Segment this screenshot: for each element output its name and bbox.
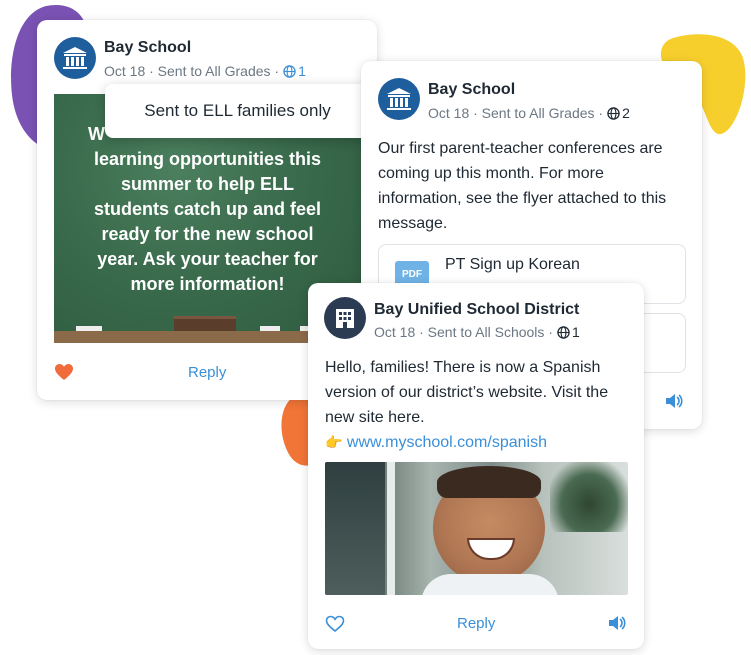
globe-icon [557, 325, 570, 339]
photo-frame [387, 462, 395, 595]
recipients-toggle[interactable]: 1 [283, 63, 306, 79]
message-body: Our first parent-teacher conferences are… [378, 140, 667, 232]
meta-text: Oct 18 · Sent to All Grades · [428, 105, 604, 121]
reply-button[interactable]: Reply [188, 364, 226, 381]
sender-name: Bay Unified School District [374, 301, 580, 318]
child-photo [325, 462, 628, 595]
image-text-line: learning opportunities this [93, 149, 321, 169]
chalk-piece [76, 326, 102, 331]
image-text-line: ready for the new school [101, 224, 314, 244]
recipients-toggle[interactable]: 1 [557, 324, 580, 340]
eraser [174, 316, 236, 331]
image-text-line: year. Ask your teacher for [97, 249, 318, 269]
image-text-line: summer to help ELL [120, 174, 295, 194]
meta-text: Oct 18 · Sent to All Grades · [104, 63, 280, 79]
image-text-line: students catch up and feel [93, 199, 322, 219]
image-text-line: W [88, 124, 105, 144]
heart-outline-icon[interactable] [325, 615, 345, 633]
school-building-icon [387, 88, 411, 110]
message-card-front[interactable]: Bay Unified School District Oct 18 · Sen… [308, 283, 644, 649]
sender-avatar [324, 297, 366, 339]
sender-name: Bay School [428, 81, 516, 98]
heart-filled-icon[interactable] [54, 363, 74, 381]
office-building-icon [336, 309, 354, 328]
chalk-piece [260, 326, 280, 331]
attachment-name: PT Sign up Korean [445, 256, 580, 273]
message-meta: Oct 18 · Sent to All Schools · 1 [374, 324, 580, 340]
globe-count: 2 [622, 105, 630, 121]
sender-avatar [378, 78, 420, 120]
pdf-badge: PDF [402, 268, 422, 280]
globe-count: 1 [571, 324, 580, 340]
speaker-icon[interactable] [608, 615, 626, 631]
website-link[interactable]: www.myschool.com/spanish [347, 434, 547, 451]
pointing-hand-icon: 👉 [325, 434, 343, 450]
sender-avatar [54, 37, 96, 79]
photo-shirt [421, 574, 559, 595]
photo-window [325, 462, 385, 595]
school-building-icon [63, 47, 87, 69]
globe-count: 1 [298, 63, 306, 79]
message-meta: Oct 18 · Sent to All Grades · 2 [428, 105, 630, 121]
reply-button[interactable]: Reply [457, 615, 495, 632]
speaker-icon[interactable] [665, 393, 683, 409]
recipients-tooltip: Sent to ELL families only [105, 84, 370, 138]
photo-hair [437, 466, 541, 498]
message-body: Hello, families! There is now a Spanish … [325, 359, 609, 426]
recipients-toggle[interactable]: 2 [607, 105, 630, 121]
sender-name: Bay School [104, 39, 192, 56]
photo-trees [550, 462, 628, 532]
globe-icon [283, 64, 296, 78]
link-row: 👉 www.myschool.com/spanish [325, 430, 635, 455]
globe-icon [607, 106, 620, 120]
message-meta: Oct 18 · Sent to All Grades · 1 [104, 63, 306, 79]
meta-text: Oct 18 · Sent to All Schools · [374, 324, 553, 340]
